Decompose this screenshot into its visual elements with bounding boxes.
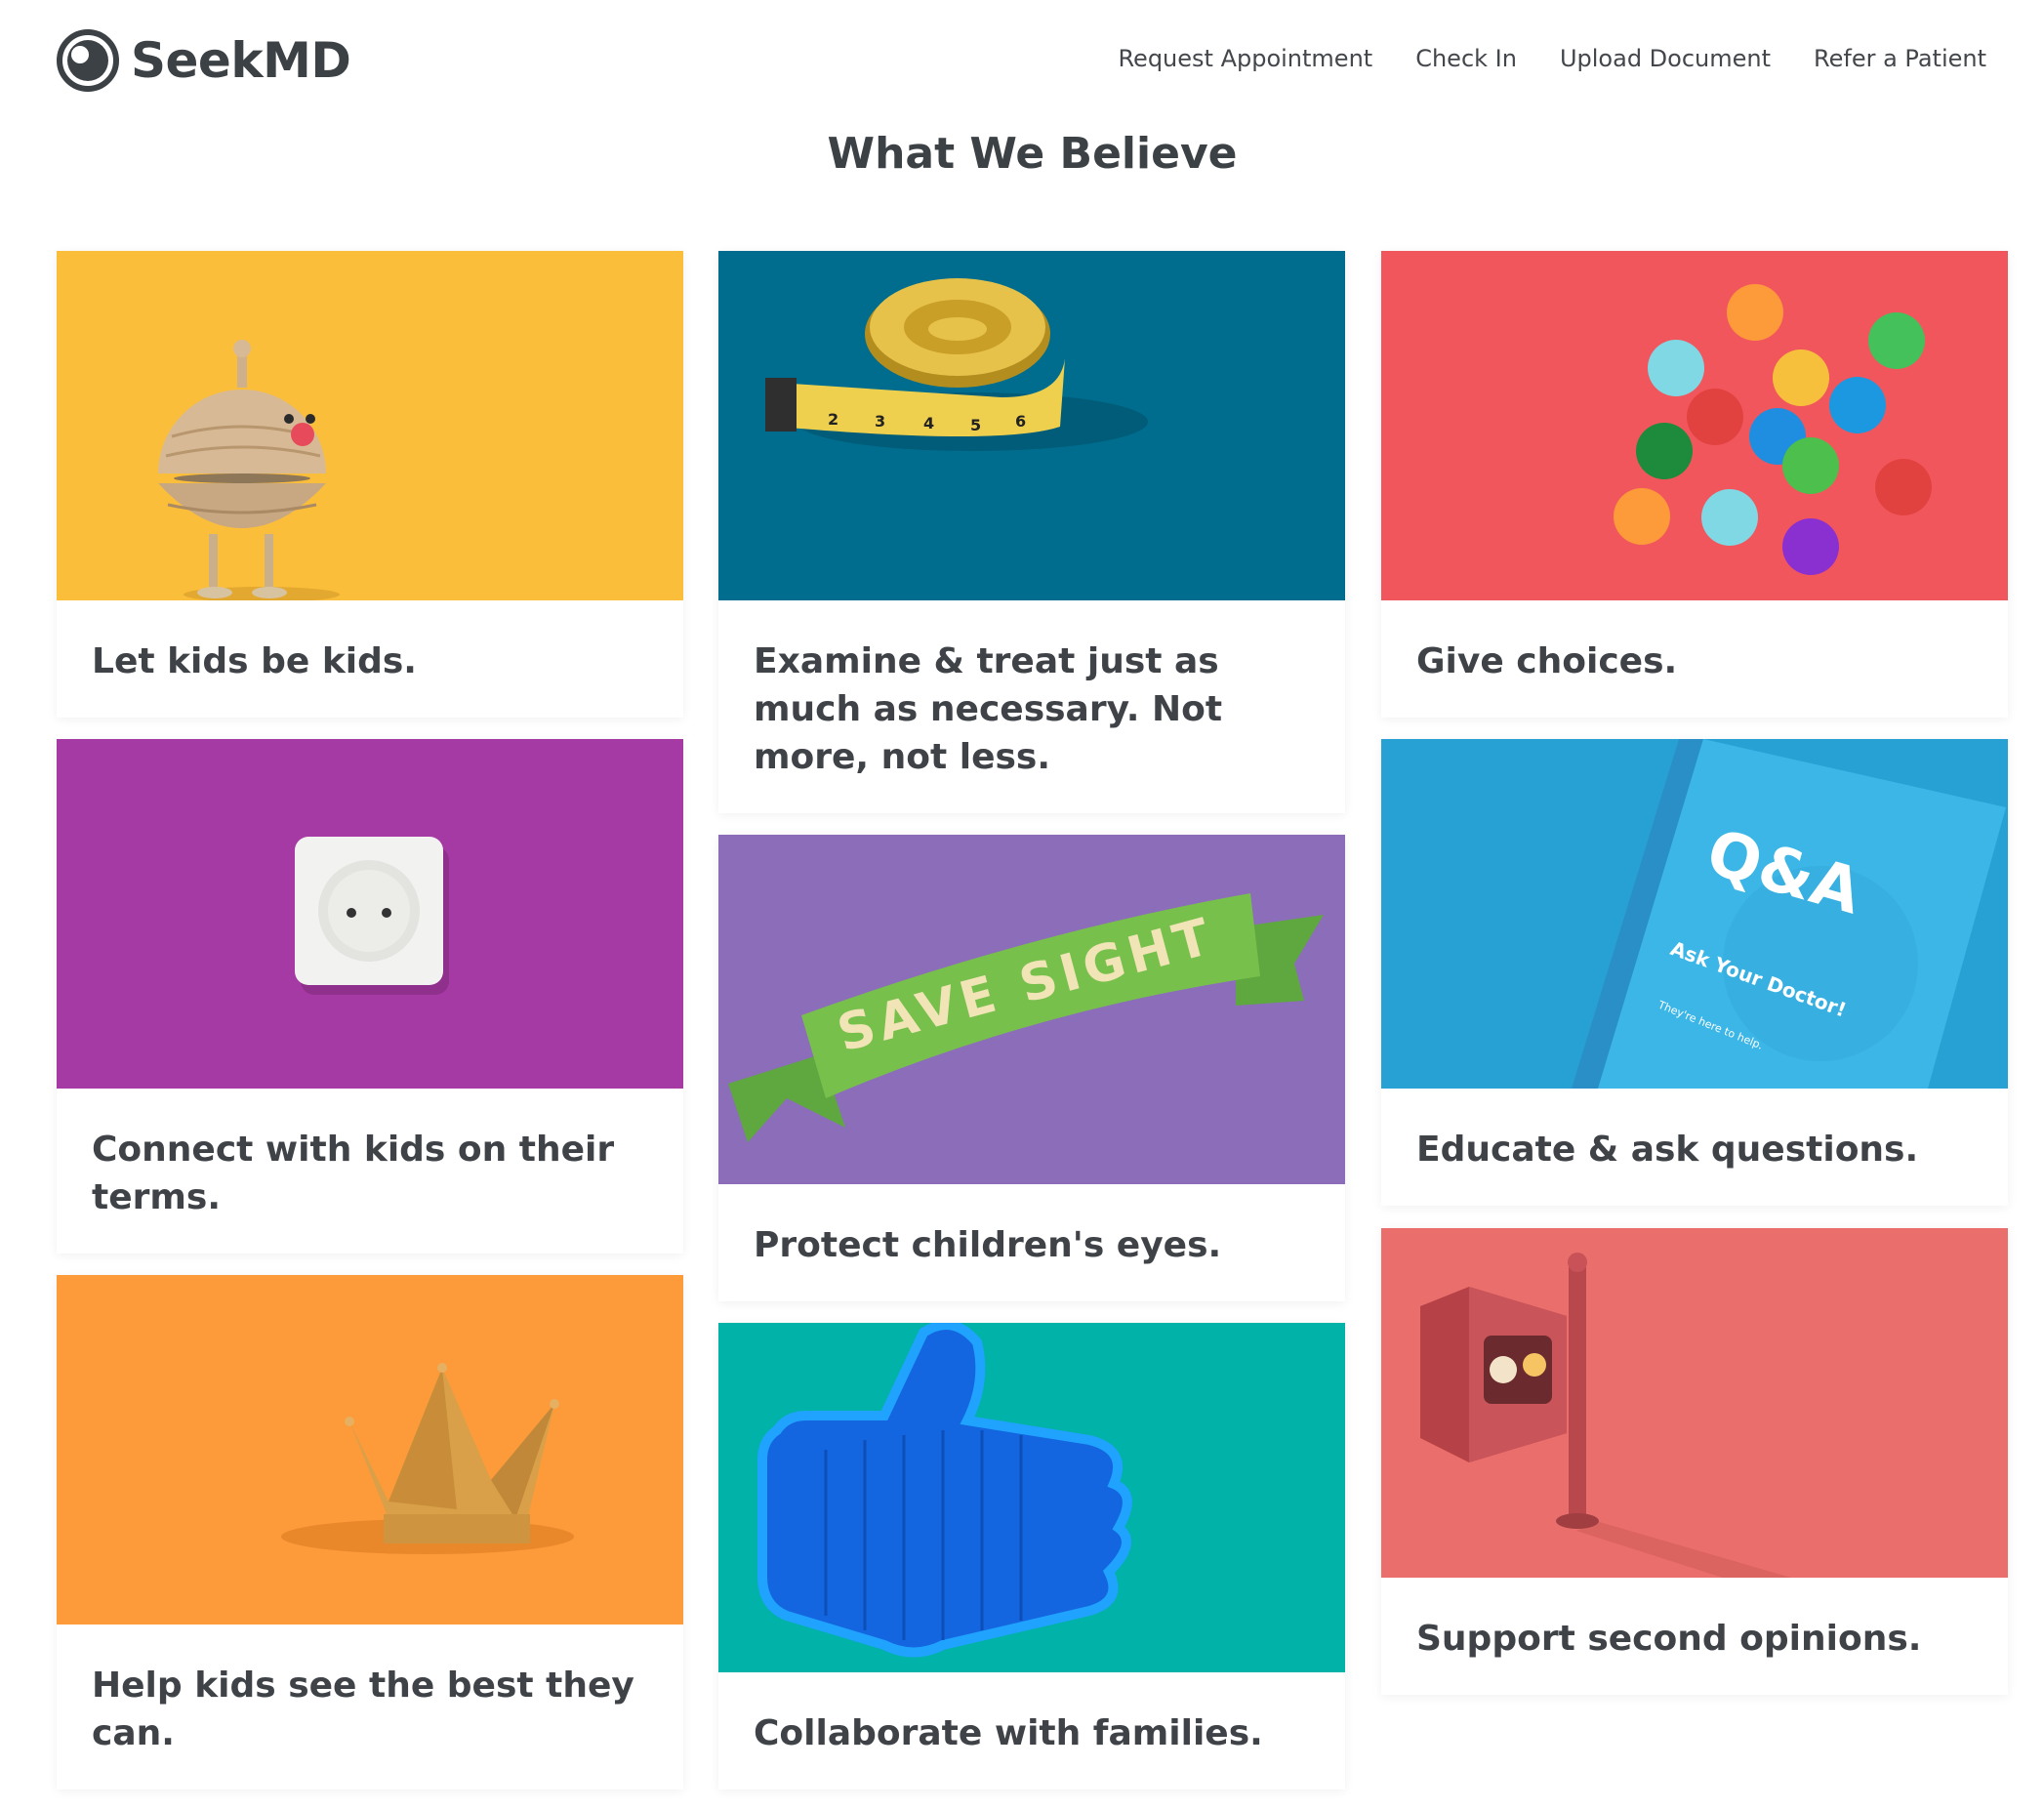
power-outlet-illustration xyxy=(57,739,683,1089)
wooden-toy-illustration xyxy=(57,251,683,600)
card-caption: Support second opinions. xyxy=(1416,1619,1922,1659)
ribbon-banner-illustration: SAVE SIGHT xyxy=(718,835,1345,1184)
svg-text:3: 3 xyxy=(875,412,885,431)
colored-balls-illustration xyxy=(1381,251,2008,600)
belief-card-examine-treat[interactable]: 2 3 4 5 6 Examine & treat just as much as n… xyxy=(718,251,1345,813)
page-title: What We Believe xyxy=(827,129,1238,179)
card-image xyxy=(57,251,683,600)
belief-card-protect-eyes[interactable]: SAVE SIGHT Protect children's eyes. xyxy=(718,835,1345,1301)
nav-refer-a-patient[interactable]: Refer a Patient xyxy=(1814,45,1986,72)
belief-card-help-kids-see[interactable]: Help kids see the best they can. xyxy=(57,1275,683,1789)
card-caption: Collaborate with families. xyxy=(754,1713,1263,1753)
belief-card-educate[interactable]: Q&A Ask Your Doctor! They're here to hel… xyxy=(1381,739,2008,1206)
belief-card-second-opinions[interactable]: Support second opinions. xyxy=(1381,1228,2008,1695)
card-caption: Protect children's eyes. xyxy=(754,1225,1222,1265)
card-image xyxy=(1381,251,2008,600)
svg-text:5: 5 xyxy=(970,416,981,434)
card-caption: Connect with kids on their terms. xyxy=(92,1130,615,1217)
nav-upload-document[interactable]: Upload Document xyxy=(1560,45,1771,72)
card-caption: Examine & treat just as much as necessar… xyxy=(754,641,1223,777)
main-nav: Request Appointment Check In Upload Docu… xyxy=(1118,45,1986,72)
logo[interactable]: SeekMD xyxy=(57,29,351,92)
belief-card-give-choices[interactable]: Give choices. xyxy=(1381,251,2008,718)
card-image xyxy=(57,1275,683,1625)
card-image xyxy=(718,1323,1345,1672)
image-background xyxy=(57,1275,683,1625)
card-caption: Educate & ask questions. xyxy=(1416,1130,1919,1170)
card-caption: Give choices. xyxy=(1416,641,1678,681)
site-header: SeekMD Request Appointment Check In Uplo… xyxy=(0,0,2044,127)
belief-card-let-kids-be-kids[interactable]: Let kids be kids. xyxy=(57,251,683,718)
logo-icon xyxy=(57,29,119,92)
card-caption: Let kids be kids. xyxy=(92,641,417,681)
card-image xyxy=(1381,1228,2008,1578)
card-image: SAVE SIGHT xyxy=(718,835,1345,1184)
brand-name: SeekMD xyxy=(131,32,351,89)
neon-thumbs-up-icon xyxy=(718,1323,1345,1672)
crosswalk-signal-illustration xyxy=(1381,1228,2008,1578)
measuring-tape-illustration: 2 3 4 5 6 xyxy=(718,251,1345,600)
card-image xyxy=(57,739,683,1089)
belief-card-connect-with-kids[interactable]: Connect with kids on their terms. xyxy=(57,739,683,1254)
svg-text:4: 4 xyxy=(923,414,934,432)
svg-text:2: 2 xyxy=(828,410,838,429)
svg-text:6: 6 xyxy=(1015,412,1026,431)
card-caption: Help kids see the best they can. xyxy=(92,1666,634,1753)
nav-request-appointment[interactable]: Request Appointment xyxy=(1118,45,1372,72)
card-image: 2 3 4 5 6 xyxy=(718,251,1345,600)
qa-book-illustration: Q&A Ask Your Doctor! They're here to hel… xyxy=(1381,739,2008,1089)
belief-card-collaborate[interactable]: Collaborate with families. xyxy=(718,1323,1345,1789)
image-background xyxy=(57,251,683,600)
card-image: Q&A Ask Your Doctor! They're here to hel… xyxy=(1381,739,2008,1089)
paper-crown-illustration xyxy=(57,1275,683,1625)
nav-check-in[interactable]: Check In xyxy=(1415,45,1517,72)
